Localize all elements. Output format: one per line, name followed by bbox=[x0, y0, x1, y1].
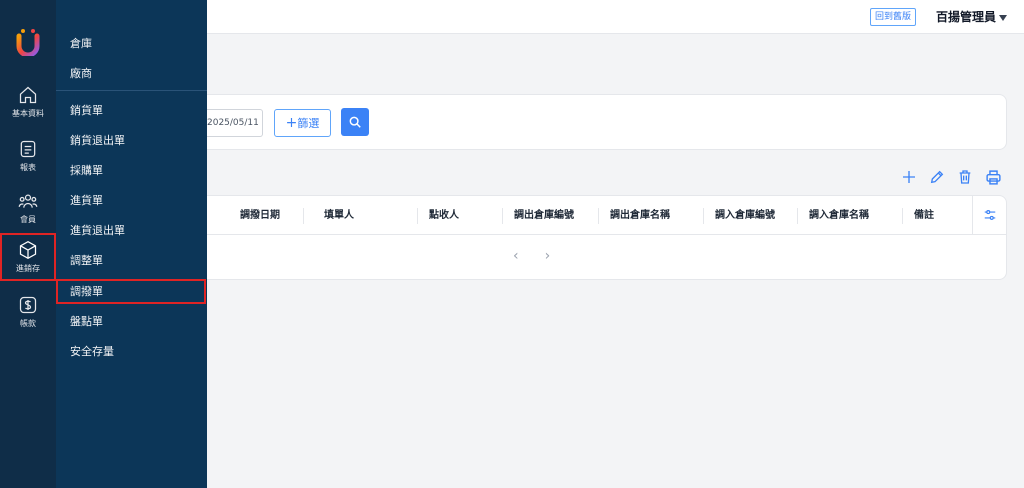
data-table: 調撥日期 填單人 點收人 調出倉庫編號 調出倉庫名稱 調入倉庫編號 調入倉庫名稱… bbox=[207, 195, 1007, 280]
prev-page-icon[interactable]: ‹ bbox=[513, 248, 519, 264]
report-icon bbox=[20, 140, 36, 158]
column-divider bbox=[598, 208, 599, 224]
column-divider bbox=[797, 208, 798, 224]
box-icon bbox=[19, 240, 37, 260]
rail-label: 進銷存 bbox=[16, 264, 40, 273]
filter-card: 2025/05/11 +篩選 bbox=[207, 94, 1007, 150]
app-logo bbox=[16, 29, 40, 56]
add-icon[interactable] bbox=[900, 168, 918, 186]
menu-item-transfer[interactable]: 調撥單 bbox=[56, 279, 206, 304]
menu-item-safety-stock[interactable]: 安全存量 bbox=[56, 339, 207, 365]
members-icon bbox=[18, 194, 38, 208]
column-header[interactable]: 調入倉庫名稱 bbox=[799, 196, 869, 235]
rail-label: 基本資料 bbox=[12, 109, 44, 118]
search-button[interactable] bbox=[341, 108, 369, 136]
user-name: 百揚管理員 bbox=[936, 10, 997, 24]
menu-divider bbox=[56, 90, 207, 91]
menu-item-sales-order[interactable]: 銷貨單 bbox=[56, 98, 207, 124]
table-header-row: 調撥日期 填單人 點收人 調出倉庫編號 調出倉庫名稱 調入倉庫編號 調入倉庫名稱… bbox=[207, 196, 972, 235]
pagination: ‹ › bbox=[513, 248, 550, 264]
dollar-icon bbox=[19, 296, 37, 314]
sliders-icon bbox=[984, 210, 996, 220]
home-icon bbox=[19, 86, 37, 104]
column-header[interactable]: 調出倉庫名稱 bbox=[600, 196, 670, 235]
column-header[interactable]: 填單人 bbox=[314, 196, 354, 235]
filter-button-label: 篩選 bbox=[297, 117, 320, 130]
user-menu[interactable]: 百揚管理員 bbox=[936, 8, 1008, 25]
menu-item-purchase-order[interactable]: 採購單 bbox=[56, 158, 207, 184]
print-icon[interactable] bbox=[984, 168, 1002, 186]
inventory-flyout-menu: 倉庫 廠商 銷貨單 銷貨退出單 採購單 進貨單 進貨退出單 調整單 調撥單 盤點… bbox=[56, 0, 207, 488]
column-divider bbox=[902, 208, 903, 224]
rail-item-basic-data[interactable]: 基本資料 bbox=[0, 78, 56, 126]
rail-label: 會員 bbox=[20, 215, 36, 224]
column-divider bbox=[502, 208, 503, 224]
rail-item-reports[interactable]: 報表 bbox=[0, 132, 56, 180]
plus-icon: + bbox=[285, 115, 298, 131]
column-header[interactable]: 調撥日期 bbox=[230, 196, 280, 235]
edit-icon[interactable] bbox=[928, 168, 946, 186]
rail-label: 報表 bbox=[20, 163, 36, 172]
menu-item-purchase-return[interactable]: 進貨退出單 bbox=[56, 218, 207, 244]
column-header[interactable]: 備註 bbox=[904, 196, 934, 235]
rail-label: 帳款 bbox=[20, 319, 36, 328]
delete-icon[interactable] bbox=[956, 168, 974, 186]
menu-item-sales-return[interactable]: 銷貨退出單 bbox=[56, 128, 207, 154]
menu-item-warehouse[interactable]: 倉庫 bbox=[56, 31, 207, 57]
column-settings-button[interactable] bbox=[972, 196, 1007, 235]
column-header[interactable]: 點收人 bbox=[419, 196, 459, 235]
menu-item-goods-receipt[interactable]: 進貨單 bbox=[56, 188, 207, 214]
filter-button[interactable]: +篩選 bbox=[274, 109, 331, 137]
column-header[interactable]: 調入倉庫編號 bbox=[705, 196, 775, 235]
table-toolbar bbox=[900, 168, 1002, 186]
next-page-icon[interactable]: › bbox=[545, 248, 551, 264]
rail-item-inventory[interactable]: 進銷存 bbox=[0, 233, 56, 281]
column-divider bbox=[303, 208, 304, 224]
menu-item-stocktake[interactable]: 盤點單 bbox=[56, 309, 207, 335]
menu-item-adjustment[interactable]: 調整單 bbox=[56, 248, 207, 274]
rail-item-accounts[interactable]: 帳款 bbox=[0, 288, 56, 336]
rail-item-members[interactable]: 會員 bbox=[0, 184, 56, 232]
menu-item-vendor[interactable]: 廠商 bbox=[56, 61, 207, 87]
search-icon bbox=[349, 116, 361, 128]
caret-down-icon bbox=[999, 14, 1008, 21]
column-divider bbox=[417, 208, 418, 224]
column-header[interactable]: 調出倉庫編號 bbox=[504, 196, 574, 235]
date-input[interactable]: 2025/05/11 bbox=[207, 109, 263, 137]
icon-rail: 基本資料 報表 會員 進銷存 帳款 bbox=[0, 0, 56, 488]
column-divider bbox=[703, 208, 704, 224]
old-version-button[interactable]: 回到舊版 bbox=[870, 8, 917, 26]
